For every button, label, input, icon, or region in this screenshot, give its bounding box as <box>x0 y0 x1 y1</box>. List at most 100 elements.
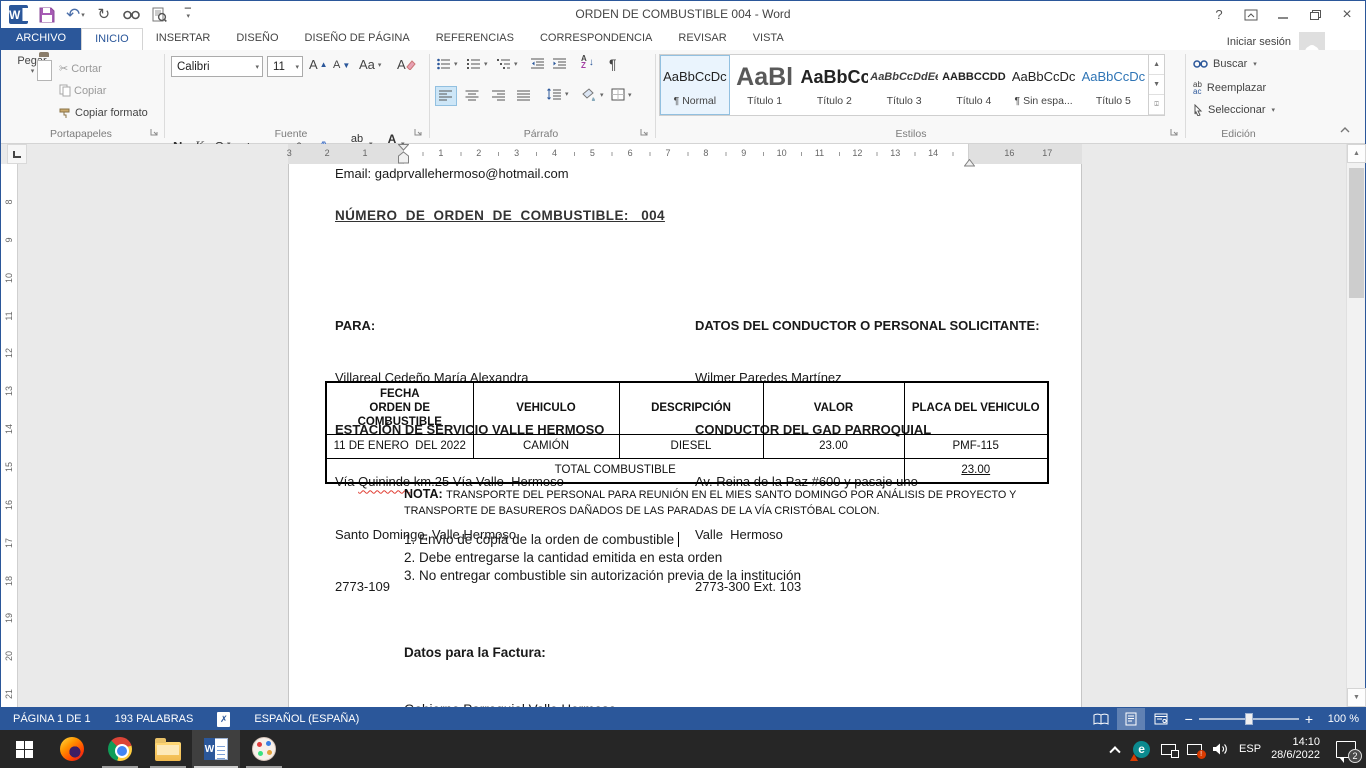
read-mode-icon[interactable] <box>1087 708 1115 730</box>
increase-indent-button[interactable] <box>553 58 567 70</box>
ruler-row: 32112345678910111213141617 <box>1 144 1365 164</box>
justify-button[interactable] <box>513 86 535 106</box>
style-titulo-5[interactable]: AaBbCcDc Título 5 <box>1079 55 1149 115</box>
tab-archivo[interactable]: ARCHIVO <box>1 28 81 50</box>
scroll-down-icon[interactable]: ▼ <box>1347 688 1366 707</box>
change-case-button[interactable]: Aa▾ <box>359 57 381 72</box>
page-indicator[interactable]: PÁGINA 1 DE 1 <box>1 707 103 731</box>
zoom-in-icon[interactable]: + <box>1305 712 1313 726</box>
scroll-up-icon[interactable]: ▲ <box>1347 144 1366 163</box>
tab-referencias[interactable]: REFERENCIAS <box>423 28 527 50</box>
align-right-button[interactable] <box>487 86 509 106</box>
zoom-slider[interactable] <box>1199 718 1299 720</box>
taskbar-chrome[interactable] <box>96 730 144 768</box>
zoom-percentage[interactable]: 100 % <box>1315 713 1359 725</box>
close-button[interactable]: × <box>1333 4 1361 26</box>
styles-scroll-down-icon[interactable]: ▼ <box>1149 75 1164 95</box>
font-dialog-launcher-icon[interactable] <box>413 127 423 140</box>
style-titulo-1[interactable]: AaBl Título 1 <box>730 55 800 115</box>
ribbon-display-options-button[interactable] <box>1237 4 1265 26</box>
vertical-scrollbar[interactable]: ▲ ▼ <box>1346 144 1365 707</box>
replace-button[interactable]: ab ac Reemplazar <box>1193 81 1266 95</box>
start-button[interactable] <box>0 730 48 768</box>
paint-icon <box>252 737 276 761</box>
decrease-indent-button[interactable] <box>531 58 545 70</box>
volume-icon[interactable] <box>1212 739 1229 759</box>
font-name-combobox[interactable]: Calibri▾ <box>171 56 263 77</box>
system-tray: e ! ESP 14:10 28/6/2022 2 <box>1107 730 1366 768</box>
styles-dialog-launcher-icon[interactable] <box>1169 127 1179 140</box>
copy-button[interactable]: Copiar <box>57 80 108 101</box>
zoom-out-icon[interactable]: − <box>1185 712 1193 726</box>
tab-insertar[interactable]: INSERTAR <box>143 28 224 50</box>
style-titulo-4[interactable]: AABBCCDD Título 4 <box>939 55 1009 115</box>
sign-in[interactable]: Iniciar sesión <box>1227 32 1325 52</box>
input-language[interactable]: ESP <box>1239 739 1261 759</box>
tab-revisar[interactable]: REVISAR <box>665 28 739 50</box>
tab-inicio[interactable]: INICIO <box>81 28 143 50</box>
clear-formatting-button[interactable]: A <box>397 57 416 72</box>
align-center-button[interactable] <box>461 86 483 106</box>
collapse-ribbon-icon[interactable] <box>1339 125 1351 137</box>
select-button[interactable]: Seleccionar ▾ <box>1193 104 1275 116</box>
indent-marker[interactable] <box>398 144 409 167</box>
styles-more-icon[interactable]: ⍗ <box>1149 95 1164 115</box>
clipboard-dialog-launcher-icon[interactable] <box>149 127 159 140</box>
notification-center-icon[interactable]: 2 <box>1336 739 1356 759</box>
vertical-ruler[interactable]: 89101112131415161718192021 <box>1 164 18 707</box>
style-titulo-3[interactable]: AaBbCcDdEe Título 3 <box>869 55 939 115</box>
taskbar-file-explorer[interactable] <box>144 730 192 768</box>
taskbar-clock[interactable]: 14:10 28/6/2022 <box>1271 736 1320 762</box>
show-paragraph-marks-button[interactable]: ¶ <box>609 56 617 72</box>
language-indicator[interactable]: ESPAÑOL (ESPAÑA) <box>242 707 371 731</box>
shading-button[interactable]: ▾ <box>581 88 604 101</box>
style-sin-espaciado[interactable]: AaBbCcDc ¶ Sin espa... <box>1009 55 1079 115</box>
numbered-list-button[interactable]: ▾ <box>467 58 488 70</box>
font-size-combobox[interactable]: 11▾ <box>267 56 303 77</box>
tray-expand-icon[interactable] <box>1107 739 1123 759</box>
style-normal[interactable]: AaBbCcDc ¶ Normal <box>660 55 730 115</box>
styles-scroll-up-icon[interactable]: ▲ <box>1149 55 1164 75</box>
right-indent-marker[interactable] <box>964 156 975 170</box>
sort-button[interactable]: AZ ↓ <box>581 55 594 69</box>
align-left-button[interactable] <box>435 86 457 106</box>
zoom-slider-handle[interactable] <box>1245 713 1253 725</box>
format-painter-button[interactable]: Copiar formato <box>57 102 150 123</box>
grow-font-button[interactable]: A▲ <box>309 57 328 72</box>
word-count[interactable]: 193 PALABRAS <box>103 707 206 731</box>
taskbar-firefox[interactable] <box>48 730 96 768</box>
taskbar-paint[interactable] <box>240 730 288 768</box>
paragraph-group-label: Párrafo <box>481 128 601 140</box>
cut-button[interactable]: ✂ Cortar <box>57 58 104 79</box>
tab-vista[interactable]: VISTA <box>740 28 797 50</box>
display-alert-icon[interactable]: ! <box>1186 739 1202 759</box>
restore-button[interactable] <box>1301 4 1329 26</box>
user-avatar-icon[interactable] <box>1299 32 1325 52</box>
borders-button[interactable]: ▾ <box>611 88 632 101</box>
paragraph-dialog-launcher-icon[interactable] <box>639 127 649 140</box>
style-titulo-2[interactable]: AaBbCc Título 2 <box>800 55 870 115</box>
horizontal-ruler[interactable]: 32112345678910111213141617 <box>1 144 1348 164</box>
bullet-list-button[interactable]: ▾ <box>437 58 458 70</box>
multilevel-list-button[interactable]: ▾ <box>497 58 518 70</box>
find-button[interactable]: Buscar ▾ <box>1193 58 1257 70</box>
tab-diseno[interactable]: DISEÑO <box>223 28 291 50</box>
taskbar-word[interactable]: W <box>192 730 240 768</box>
numbered-list-icon <box>467 58 481 70</box>
scrollbar-thumb[interactable] <box>1349 168 1364 298</box>
tab-correspondencia[interactable]: CORRESPONDENCIA <box>527 28 665 50</box>
scissors-icon: ✂ <box>59 62 68 75</box>
minimize-button[interactable] <box>1269 4 1297 26</box>
proofing-status-icon[interactable]: ✗ <box>205 707 242 731</box>
paste-button[interactable]: Pegar ▾ <box>9 55 55 127</box>
tab-diseno-de-pagina[interactable]: DISEÑO DE PÁGINA <box>292 28 423 50</box>
shrink-font-button[interactable]: A▼ <box>333 59 350 71</box>
document-page[interactable]: Email: gadprvallehermoso@hotmail.com NÚM… <box>288 164 1082 707</box>
print-layout-icon[interactable] <box>1117 708 1145 730</box>
security-app-icon[interactable]: e <box>1133 739 1150 759</box>
line-spacing-button[interactable]: ▾ <box>546 88 569 100</box>
help-button[interactable]: ? <box>1205 4 1233 26</box>
web-layout-icon[interactable] <box>1147 708 1175 730</box>
total-value: 23.00 <box>904 458 1048 483</box>
network-icon[interactable] <box>1160 739 1176 759</box>
